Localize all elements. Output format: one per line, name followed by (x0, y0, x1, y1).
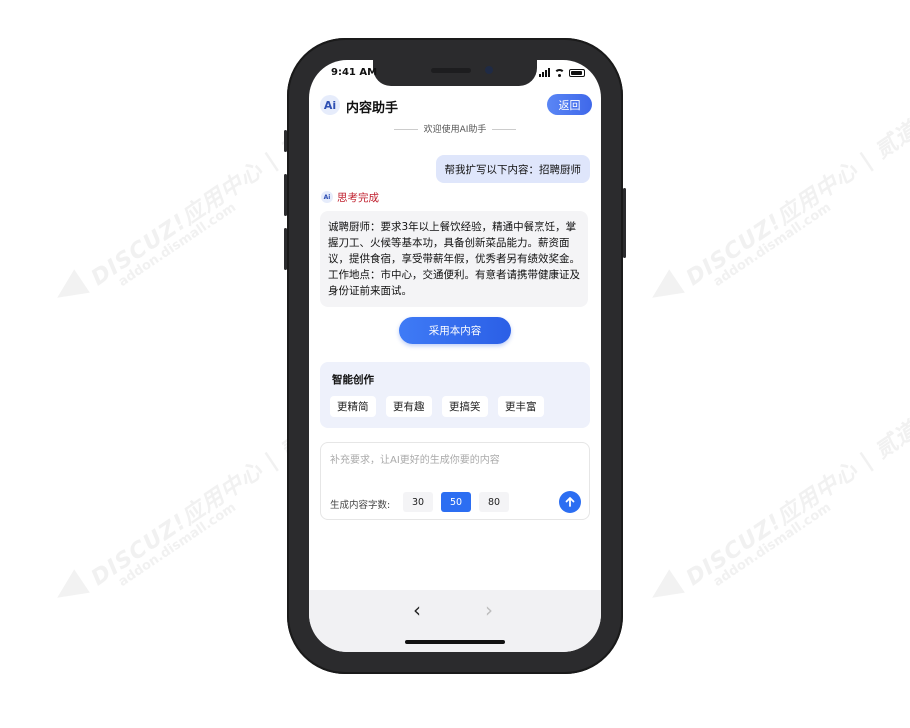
watermark-logo-icon (49, 269, 90, 310)
prompt-input-placeholder[interactable]: 补充要求，让AI更好的生成你要的内容 (330, 451, 500, 466)
welcome-text: 欢迎使用AI助手 (309, 122, 601, 135)
wifi-icon (554, 69, 565, 77)
smart-create-panel: 智能创作 更精简 更有趣 更搞笑 更丰富 (320, 362, 590, 428)
watermark-text: DISCUZ!应用中心 | 贰道 (681, 417, 910, 592)
user-message-bubble: 帮我扩写以下内容：招聘厨师 (435, 155, 590, 183)
prompt-input-box[interactable]: 补充要求，让AI更好的生成你要的内容 生成内容字数: 30 50 80 (320, 442, 590, 520)
smart-create-title: 智能创作 (332, 374, 374, 386)
watermark-logo-icon (644, 269, 685, 310)
phone-screen: 9:41 AM Ai 内容助手 返回 欢迎使用AI助手 帮我扩写以下内容：招聘厨… (309, 60, 601, 652)
word-count-option-80[interactable]: 80 (479, 492, 509, 512)
word-count-option-50[interactable]: 50 (441, 492, 471, 512)
ai-status-text: 思考完成 (337, 192, 379, 204)
signal-icon (539, 68, 550, 77)
watermark-logo-icon (644, 569, 685, 610)
back-button[interactable]: 返回 (547, 94, 592, 115)
watermark-logo-icon (49, 569, 90, 610)
status-time: 9:41 AM (331, 67, 378, 78)
chevron-right-icon[interactable]: › (485, 598, 493, 622)
battery-icon (569, 69, 585, 77)
phone-power-button (623, 188, 626, 258)
page-title: 内容助手 (346, 101, 399, 116)
status-icons (539, 68, 585, 77)
ai-answer-bubble: 诚聘厨师：要求3年以上餐饮经验，精通中餐烹饪，掌握刀工、火候等基本功，具备创新菜… (320, 211, 588, 307)
app-logo: Ai (320, 95, 340, 115)
watermark: DISCUZ!应用中心 | 贰道 addon.dismall.com (45, 417, 328, 646)
chip-more-interesting[interactable]: 更有趣 (386, 396, 432, 417)
watermark: DISCUZ!应用中心 | 贰道 addon.dismall.com (640, 417, 910, 646)
chip-more-concise[interactable]: 更精简 (330, 396, 376, 417)
watermark-text: DISCUZ!应用中心 | 贰道 (681, 117, 910, 292)
watermark: DISCUZ!应用中心 | 贰道 addon.dismall.com (45, 117, 328, 346)
watermark-url: addon.dismall.com (710, 200, 834, 290)
adopt-content-button[interactable]: 采用本内容 (399, 317, 511, 344)
chip-more-funny[interactable]: 更搞笑 (442, 396, 488, 417)
notch (373, 60, 537, 86)
home-indicator[interactable] (405, 640, 505, 644)
word-count-option-30[interactable]: 30 (403, 492, 433, 512)
send-button[interactable] (559, 491, 581, 513)
arrow-up-icon (565, 497, 575, 507)
watermark-url: addon.dismall.com (115, 200, 239, 290)
phone-volume-down (284, 228, 287, 270)
ai-badge-icon: Ai (321, 191, 333, 203)
phone-frame: 9:41 AM Ai 内容助手 返回 欢迎使用AI助手 帮我扩写以下内容：招聘厨… (284, 38, 626, 674)
word-count-label: 生成内容字数: (330, 500, 391, 511)
browser-bottom-bar: ‹ › (309, 590, 601, 652)
phone-mute-switch (284, 130, 287, 152)
watermark-url: addon.dismall.com (115, 500, 239, 590)
speaker (431, 68, 471, 73)
camera-icon (485, 66, 493, 74)
watermark: DISCUZ!应用中心 | 贰道 addon.dismall.com (640, 117, 910, 346)
chip-more-rich[interactable]: 更丰富 (498, 396, 544, 417)
chevron-left-icon[interactable]: ‹ (413, 598, 421, 622)
watermark-url: addon.dismall.com (710, 500, 834, 590)
phone-volume-up (284, 174, 287, 216)
